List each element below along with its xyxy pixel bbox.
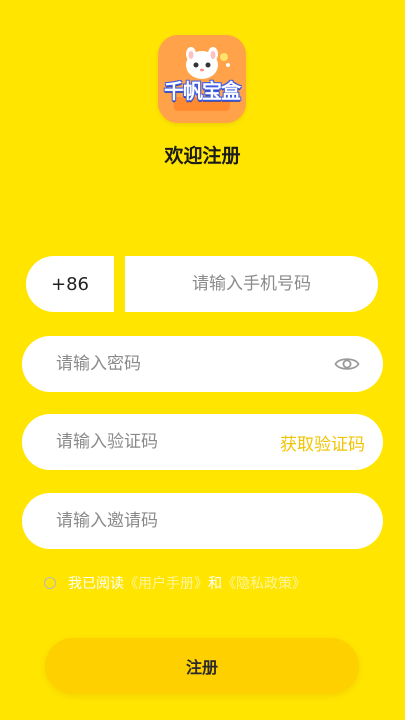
page-title: 欢迎注册: [164, 145, 241, 167]
register-button[interactable]: 注册: [45, 638, 359, 694]
password-field[interactable]: [22, 336, 383, 392]
agreement-prefix: 我已阅读: [68, 576, 124, 592]
agreement-checkbox[interactable]: [44, 577, 56, 589]
verification-code-field[interactable]: 获取验证码: [22, 414, 383, 470]
verification-code-input[interactable]: [56, 432, 280, 452]
eye-icon[interactable]: [333, 350, 361, 378]
register-button-label: 注册: [185, 658, 218, 677]
get-code-button[interactable]: 获取验证码: [280, 430, 365, 455]
phone-input[interactable]: [141, 274, 362, 294]
invite-code-input[interactable]: [56, 511, 361, 531]
app-logo: 千帆宝盒: [158, 35, 246, 123]
privacy-policy-link[interactable]: 《隐私政策》: [222, 573, 306, 593]
user-manual-link[interactable]: 《用户手册》: [124, 573, 208, 593]
password-input[interactable]: [56, 354, 333, 374]
phone-field[interactable]: [125, 256, 378, 312]
logo-text: 千帆宝盒: [164, 79, 241, 103]
invite-code-field[interactable]: [22, 493, 383, 549]
country-code-label: +86: [51, 273, 89, 295]
agreement-row: 我已阅读 《用户手册》 和 《隐私政策》: [44, 573, 306, 593]
agreement-and: 和: [208, 576, 222, 592]
country-code-selector[interactable]: +86: [26, 256, 114, 312]
